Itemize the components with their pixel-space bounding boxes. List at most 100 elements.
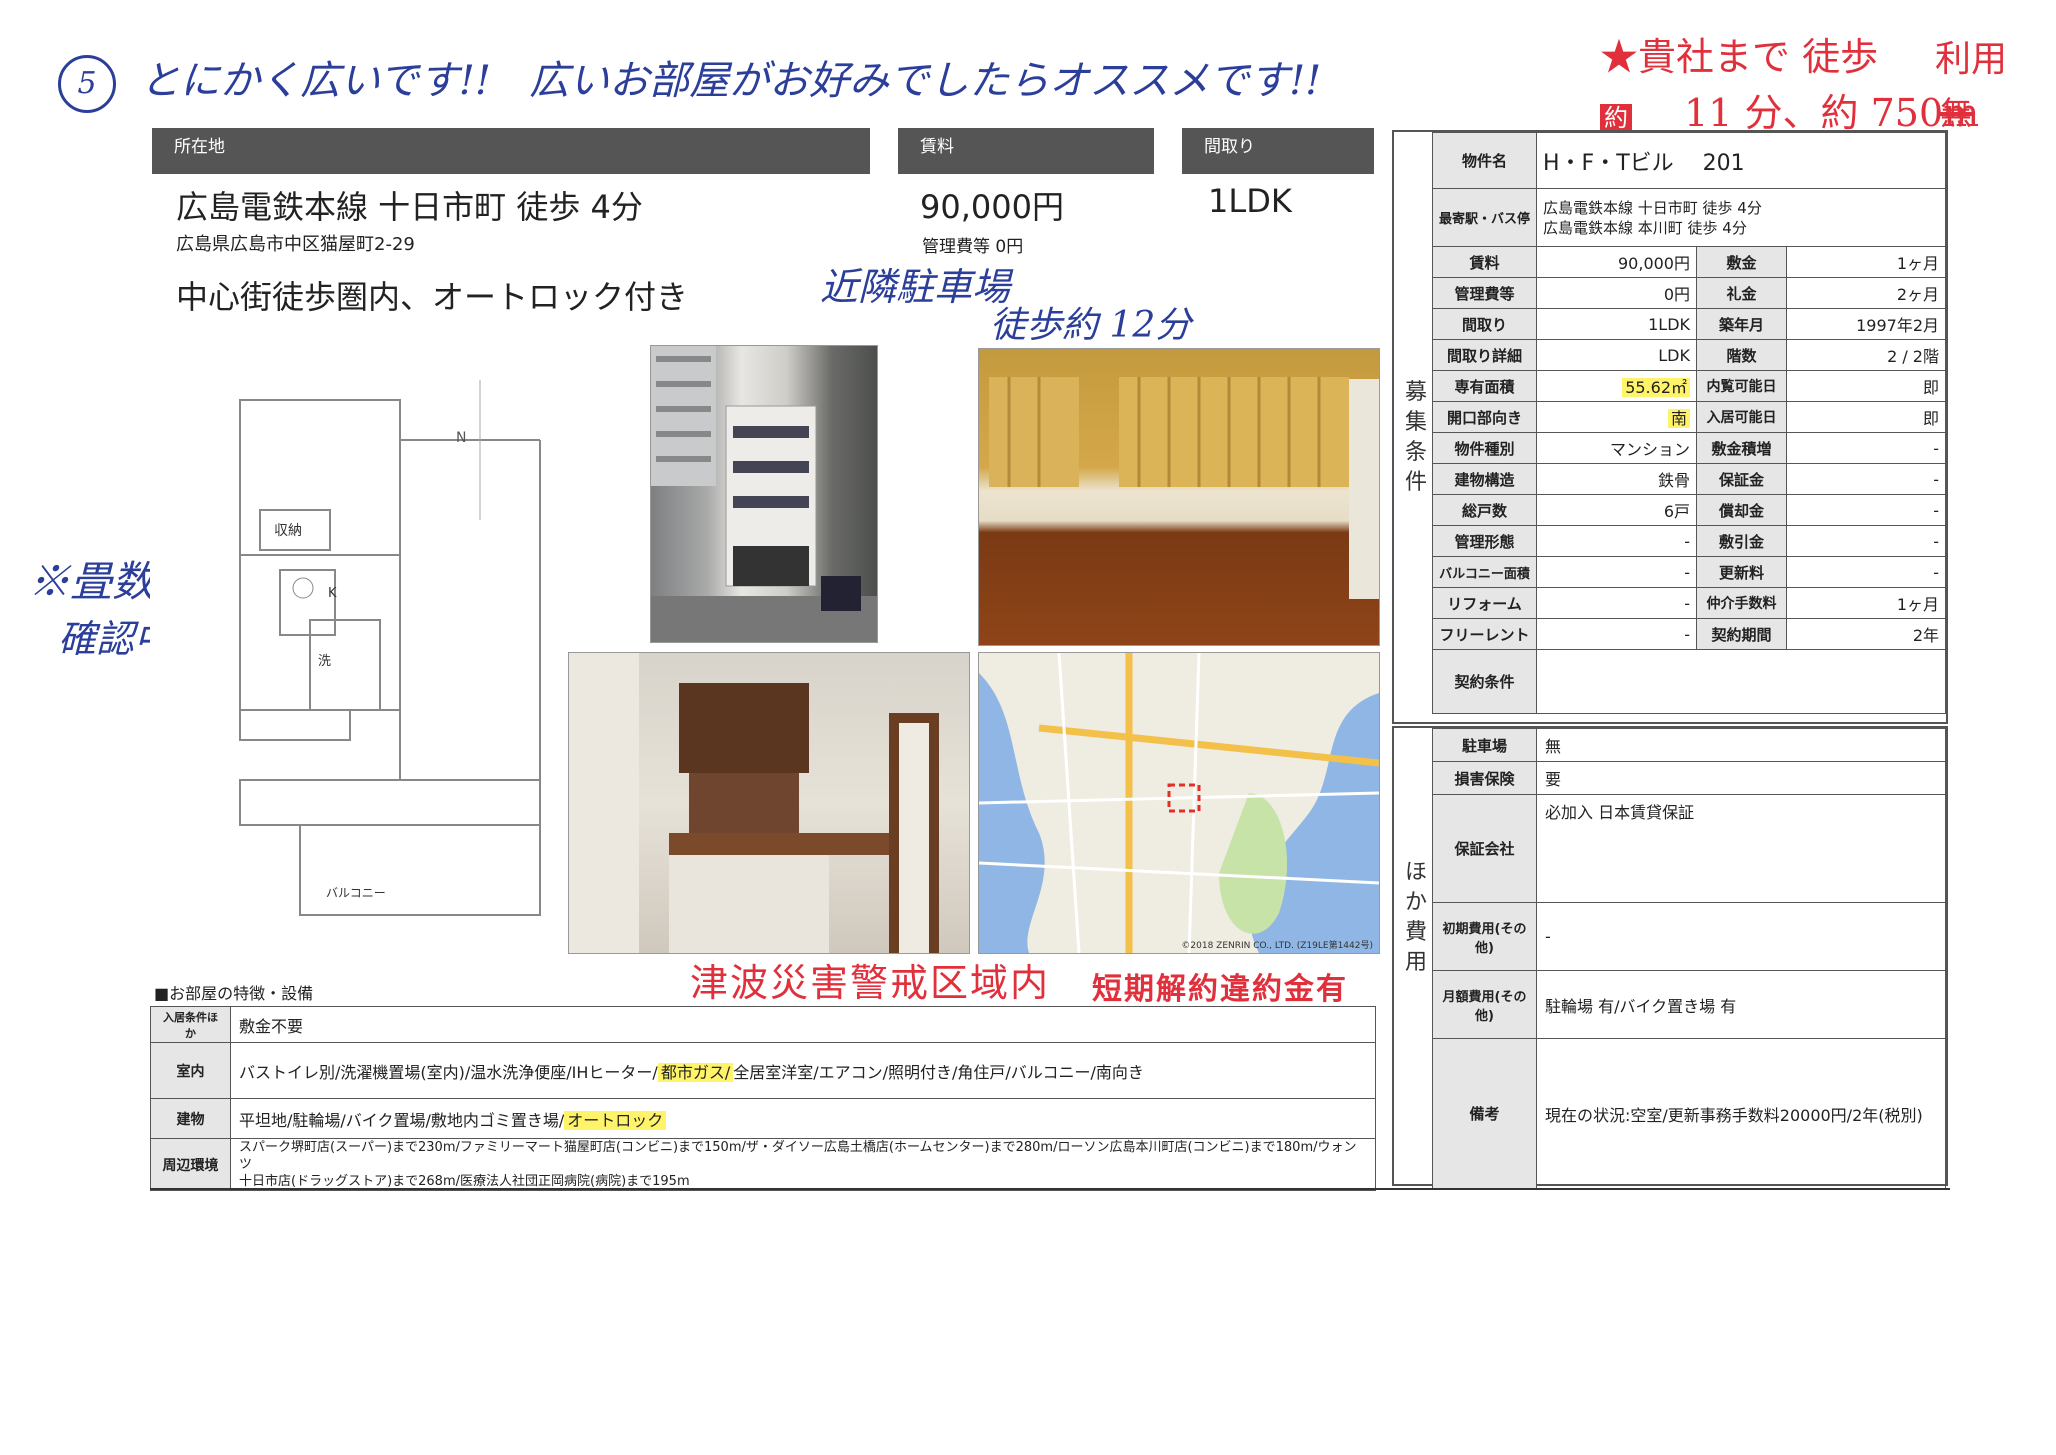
spec-label: 間取り詳細 — [1432, 339, 1537, 371]
station-label: 最寄駅・バス停 — [1432, 188, 1537, 247]
building-exterior-photo — [650, 345, 878, 643]
remarks-value: 現在の状況:空室/更新事務手数料20000円/2年(税別) — [1536, 1038, 1946, 1189]
spec-label: 物件種別 — [1432, 432, 1537, 464]
spec-value: - — [1786, 463, 1946, 495]
spec-row: 管理費等 0円 礼金 2ヶ月 — [1432, 277, 1946, 309]
spec-row: フリーレント - 契約期間 2年 — [1432, 618, 1946, 650]
spec-row: リフォーム - 仲介手数料 1ヶ月 — [1432, 587, 1946, 619]
area-map: ©2018 ZENRIN CO., LTD. (Z19LE第1442号) — [978, 652, 1380, 954]
top-comment: とにかく広いです!! 広いお部屋がお好みでしたらオススメです!! — [140, 58, 1322, 104]
env-label: 周辺環境 — [150, 1138, 231, 1191]
spec-table: 物件名 H・F・Tビル 201 最寄駅・バス停 広島電鉄本線 十日市町 徒歩 4… — [1432, 132, 1946, 714]
storage-label: 収納 — [274, 523, 302, 539]
spec-value: - — [1786, 556, 1946, 588]
spec-value: 90,000円 — [1536, 246, 1697, 278]
mgmt-fee: 管理費等 0円 — [922, 237, 1024, 257]
spec-value: - — [1786, 432, 1946, 464]
highlighted-value: 55.62㎡ — [1622, 378, 1690, 397]
initial-label: 初期費用(その他) — [1432, 902, 1537, 971]
spec-label: 敷金 — [1696, 246, 1787, 278]
wash-label: 洗 — [318, 654, 332, 669]
spec-label: リフォーム — [1432, 587, 1537, 619]
highlighted-value: 南 — [1667, 409, 1690, 428]
contract-label: 契約条件 — [1432, 649, 1537, 714]
station-value: 広島電鉄本線 十日市町 徒歩 4分 広島電鉄本線 本川町 徒歩 4分 — [1536, 188, 1946, 247]
spec-row: 間取り 1LDK 築年月 1997年2月 — [1432, 308, 1946, 340]
spec-label: 開口部向き — [1432, 401, 1537, 433]
north-label: N — [456, 430, 467, 446]
spec-row: 建物構造 鉄骨 保証金 - — [1432, 463, 1946, 495]
spec-value: 6戸 — [1536, 494, 1697, 526]
spec-value: 55.62㎡ — [1536, 370, 1697, 402]
spec-label: 管理形態 — [1432, 525, 1537, 557]
spec-row: 専有面積 55.62㎡ 内覧可能日即 — [1432, 370, 1946, 402]
layout-header: 間取り — [1182, 128, 1374, 174]
parking-note-1: 近隣駐車場 — [820, 265, 1011, 309]
spec-label: 専有面積 — [1432, 370, 1537, 402]
spec-row: 総戸数 6戸 償却金 - — [1432, 494, 1946, 526]
parking-label: 駐車場 — [1432, 728, 1537, 762]
kitchen-drawing — [569, 653, 939, 953]
bottom-rule — [150, 1188, 1950, 1190]
spec-value: 2ヶ月 — [1786, 277, 1946, 309]
spec-value: - — [1536, 618, 1697, 650]
other-side-label: ほか費用 — [1404, 860, 1427, 975]
living-room-photo — [978, 348, 1380, 646]
rent-value: 90,000円 — [920, 188, 1064, 226]
spec-label: フリーレント — [1432, 618, 1537, 650]
parking-value: 無 — [1536, 728, 1946, 762]
spec-label: 建物構造 — [1432, 463, 1537, 495]
spec-value: 0円 — [1536, 277, 1697, 309]
map-copyright: ©2018 ZENRIN CO., LTD. (Z19LE第1442号) — [1181, 941, 1373, 951]
spec-value: 1997年2月 — [1786, 308, 1946, 340]
features-table: 入居条件ほか 敷金不要 室内 バストイレ別/洗濯機置場(室内)/温水洗浄便座/I… — [150, 1006, 1376, 1191]
guarantor-value: 必加入 日本賃貸保証 — [1536, 794, 1946, 903]
kitchen-label: K — [328, 586, 337, 601]
spec-label: 敷金積増 — [1696, 432, 1787, 464]
spec-value: 1ヶ月 — [1786, 587, 1946, 619]
red-note-line2: 約 11 分、約 750m — [1600, 82, 1979, 137]
contract-value — [1536, 649, 1946, 714]
map-drawing — [979, 653, 1379, 953]
other-table: 駐車場無 損害保険要 保証会社 必加入 日本賃貸保証 初期費用(その他) - 月額費… — [1432, 728, 1946, 1189]
monthly-value: 駐輪場 有/バイク置き場 有 — [1536, 970, 1946, 1039]
red-note-line1: ★貴社まで 徒歩 — [1600, 35, 1879, 79]
spec-label: 総戸数 — [1432, 494, 1537, 526]
spec-label: 敷引金 — [1696, 525, 1787, 557]
spec-value: マンション — [1536, 432, 1697, 464]
spec-value: LDK — [1536, 339, 1697, 371]
initial-value: - — [1536, 902, 1946, 971]
spec-label: 管理費等 — [1432, 277, 1537, 309]
spec-value: 2 / 2階 — [1786, 339, 1946, 371]
spec-label: 礼金 — [1696, 277, 1787, 309]
kitchen-photo — [568, 652, 970, 954]
layout-value: 1LDK — [1208, 182, 1292, 220]
spec-value: - — [1536, 525, 1697, 557]
living-room-drawing — [989, 377, 1379, 599]
cond-value: 敷金不要 — [230, 1006, 1376, 1043]
spec-row: 賃料 90,000円 敷金 1ヶ月 — [1432, 246, 1946, 278]
spec-value: - — [1536, 556, 1697, 588]
red-note-riyou: 利用 — [1935, 39, 2008, 80]
spec-label: 間取り — [1432, 308, 1537, 340]
balcony-label: バルコニー — [326, 886, 386, 900]
room-value: バストイレ別/洗濯機置場(室内)/温水洗浄便座/IHヒーター/都市ガス/全居室洋… — [230, 1042, 1376, 1099]
spec-label: 築年月 — [1696, 308, 1787, 340]
address-text: 広島県広島市中区猫屋町2-29 — [176, 234, 415, 255]
tatami-note-1: ※畳数 — [28, 557, 155, 606]
spec-value: 南 — [1536, 401, 1697, 433]
bldg-label: 建物 — [150, 1098, 231, 1139]
remarks-label: 備考 — [1432, 1038, 1537, 1189]
spec-label: 契約期間 — [1696, 618, 1787, 650]
star-icon: ★ — [1600, 35, 1639, 79]
station-text: 広島電鉄本線 十日市町 徒歩 4分 — [176, 188, 643, 226]
spec-value: - — [1786, 494, 1946, 526]
cond-label: 入居条件ほか — [150, 1006, 231, 1043]
spec-row: バルコニー面積 - 更新料 - — [1432, 556, 1946, 588]
short-term-penalty: 短期解約違約金有 — [1092, 972, 1348, 1007]
building-drawing — [651, 346, 877, 642]
spec-value: 1ヶ月 — [1786, 246, 1946, 278]
spec-row: 物件種別 マンション 敷金積増 - — [1432, 432, 1946, 464]
spec-label: バルコニー面積 — [1432, 556, 1537, 588]
spec-value: - — [1536, 587, 1697, 619]
